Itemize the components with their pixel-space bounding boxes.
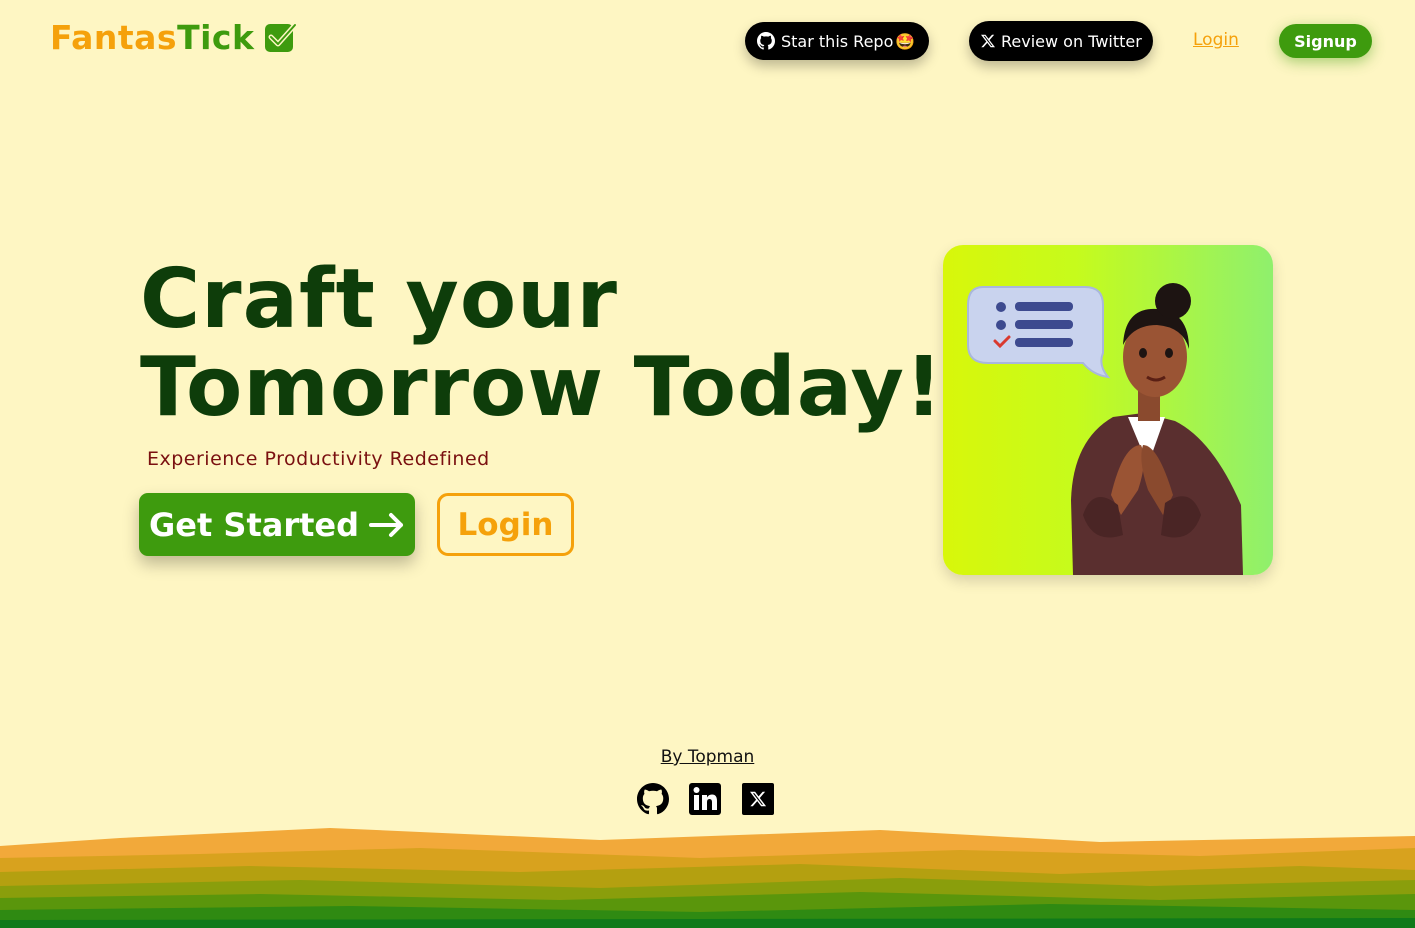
logo-text-part1: Fantas <box>50 18 178 57</box>
get-started-button[interactable]: Get Started <box>139 493 415 556</box>
star-struck-emoji: 🤩 <box>895 31 916 51</box>
nav-login-link[interactable]: Login <box>1193 30 1239 50</box>
checkmark-icon <box>264 21 298 54</box>
hero-illustration <box>943 245 1273 575</box>
hero-login-button[interactable]: Login <box>437 493 574 556</box>
logo[interactable]: FantasTick <box>50 18 298 57</box>
github-icon[interactable] <box>637 783 669 815</box>
logo-text: FantasTick <box>50 18 254 57</box>
get-started-label: Get Started <box>148 505 360 544</box>
star-repo-button[interactable]: Star this Repo 🤩 <box>745 22 929 60</box>
x-icon <box>981 34 995 48</box>
arrow-right-icon <box>369 512 404 537</box>
hero-subtitle: Experience Productivity Redefined <box>147 448 490 470</box>
hero-title-line2: Tomorrow Today! <box>140 340 944 435</box>
signup-button[interactable]: Signup <box>1279 24 1372 58</box>
star-repo-label: Star this Repo <box>781 31 894 51</box>
hero-title: Craft your Tomorrow Today! <box>140 256 943 432</box>
review-twitter-label: Review on Twitter <box>1001 31 1142 51</box>
hero-title-line1: Craft your <box>140 252 618 347</box>
review-twitter-button[interactable]: Review on Twitter <box>969 21 1153 61</box>
logo-text-part2: Tick <box>177 18 255 57</box>
linkedin-icon[interactable] <box>689 783 721 815</box>
author-link[interactable]: By Topman <box>0 747 1415 767</box>
github-icon <box>757 32 775 50</box>
landscape-decoration <box>0 828 1415 928</box>
x-icon[interactable] <box>742 783 774 815</box>
chat-bubble-icon <box>967 286 1111 379</box>
